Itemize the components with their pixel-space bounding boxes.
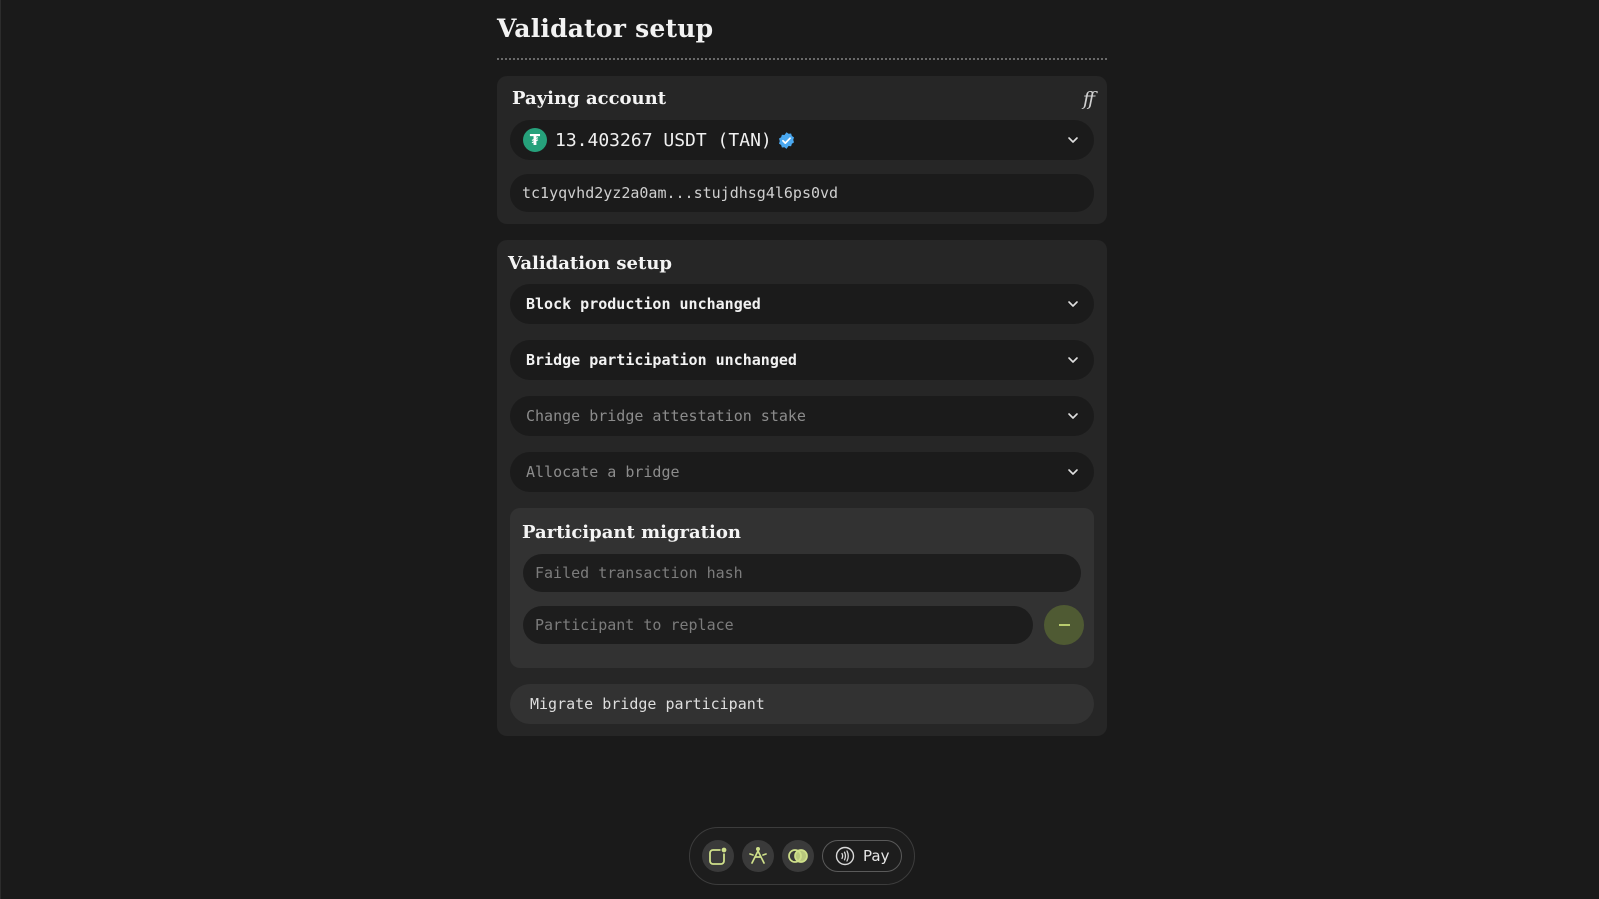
paying-account-heading: Paying account [512, 88, 667, 109]
pay-label: Pay [863, 847, 890, 865]
overlap-circles-button[interactable] [782, 840, 814, 872]
asset-balance-label: 13.403267 USDT (TAN) [555, 129, 772, 151]
chevron-down-icon [1068, 413, 1078, 419]
migrate-bridge-participant-button[interactable]: Migrate bridge participant [510, 684, 1094, 724]
dropdown-label: Bridge participation unchanged [526, 351, 797, 369]
chevron-down-icon [1068, 469, 1078, 475]
minus-icon [1058, 624, 1070, 626]
notification-square-icon [709, 846, 728, 865]
overlap-circles-icon [788, 849, 808, 863]
tether-icon: ₮ [523, 128, 547, 152]
bottom-toolbar: Pay [689, 827, 915, 885]
dropdown-label: Allocate a bridge [526, 463, 680, 481]
dropdown-label: Block production unchanged [526, 295, 761, 313]
pay-button[interactable]: Pay [822, 840, 903, 872]
ff-icon[interactable]: ff [1083, 88, 1095, 110]
app-frame: Validator setup Paying account ff ₮ 13.4… [0, 0, 1599, 899]
dropdown-label: Change bridge attestation stake [526, 407, 806, 425]
contactless-icon [835, 846, 855, 866]
chevron-down-icon [1068, 137, 1078, 143]
block-production-dropdown[interactable]: Block production unchanged [510, 284, 1094, 324]
paying-asset-select[interactable]: ₮ 13.403267 USDT (TAN) [510, 120, 1094, 160]
bridge-participation-dropdown[interactable]: Bridge participation unchanged [510, 340, 1094, 380]
notification-square-button[interactable] [702, 840, 734, 872]
participant-migration-panel: Participant migration [510, 508, 1094, 668]
allocate-bridge-dropdown[interactable]: Allocate a bridge [510, 452, 1094, 492]
validation-setup-heading: Validation setup [508, 253, 672, 274]
failed-transaction-hash-input[interactable] [523, 554, 1081, 592]
network-button[interactable] [742, 840, 774, 872]
chevron-down-icon [1068, 301, 1078, 307]
attestation-stake-dropdown[interactable]: Change bridge attestation stake [510, 396, 1094, 436]
remove-participant-button[interactable] [1044, 605, 1084, 645]
chevron-down-icon [1068, 357, 1078, 363]
paying-account-card: Paying account ff ₮ 13.403267 USDT (TAN)… [497, 76, 1107, 224]
page-title: Validator setup [497, 14, 714, 43]
verified-badge-icon [778, 131, 794, 149]
paying-address-field[interactable]: tc1yqvhd2yz2a0am...stujdhsg4l6ps0vd [510, 174, 1094, 212]
network-icon [749, 847, 767, 864]
title-divider [497, 58, 1107, 60]
validation-setup-card: Validation setup Block production unchan… [497, 240, 1107, 736]
participant-to-replace-input[interactable] [523, 606, 1033, 644]
participant-migration-heading: Participant migration [522, 522, 741, 543]
